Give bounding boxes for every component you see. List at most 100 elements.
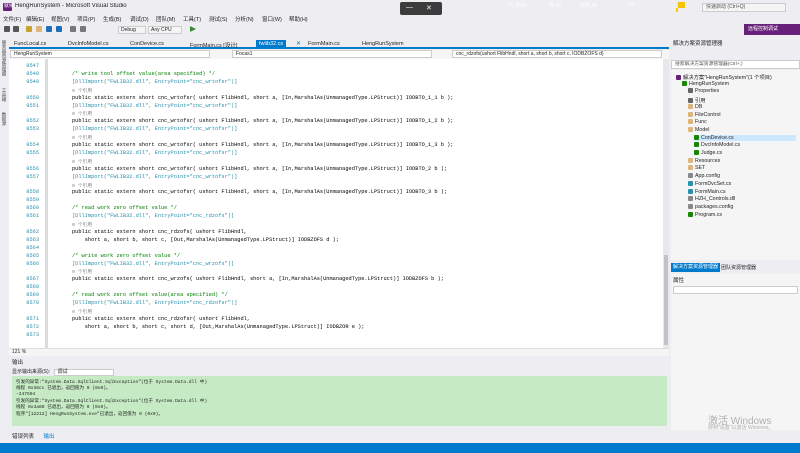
tree-node-label: FileControl: [695, 111, 721, 118]
folder-icon: [688, 126, 693, 132]
tab-error-list[interactable]: 错误列表: [12, 434, 34, 440]
menu-view[interactable]: 视图(V): [51, 15, 69, 23]
menu-window[interactable]: 窗口(W): [262, 15, 282, 23]
menu-project[interactable]: 项目(P): [77, 15, 95, 23]
tree-node[interactable]: Properties: [688, 88, 796, 94]
tree-node-label: Judge.cs: [701, 150, 723, 156]
menu-build[interactable]: 生成(B): [103, 15, 121, 23]
tab-solution-explorer[interactable]: 解决方案资源管理器: [671, 263, 721, 272]
code-line: [DllImport("FWLIB32.dll", EntryPoint="cn…: [72, 260, 235, 267]
code-line: public static extern short cnc_wrtofsr( …: [72, 189, 448, 196]
tree-node[interactable]: Program.cs: [688, 212, 796, 218]
tree-node[interactable]: Func: [688, 119, 796, 125]
zoom-level[interactable]: 121 %: [12, 349, 26, 355]
code-line: [DllImport("FWLIB32.dll", EntryPoint="cn…: [72, 213, 235, 220]
tree-node[interactable]: SET: [688, 165, 796, 171]
line-number: 8567: [26, 276, 39, 283]
tab-dvcinfomodel[interactable]: DvcInfoModel.cs: [68, 41, 109, 47]
tree-node[interactable]: FileControl: [688, 112, 796, 118]
undo-icon[interactable]: [70, 26, 76, 32]
menu-edit[interactable]: 编辑(E): [26, 15, 44, 23]
tree-node[interactable]: DB: [688, 104, 796, 110]
configuration-select[interactable]: Debug: [118, 26, 146, 34]
tab-team-explorer[interactable]: 团队资源管理器: [721, 264, 756, 271]
menu-debug[interactable]: 调试(D): [130, 15, 149, 23]
solution-explorer-toolbar: [671, 49, 800, 59]
project-dropdown[interactable]: HengRunSystem: [10, 50, 210, 58]
new-project-icon[interactable]: [26, 26, 32, 32]
tab-condevice[interactable]: ConDevice.cs: [130, 41, 164, 47]
save-all-icon[interactable]: [56, 26, 62, 32]
output-line: 引发的异常:"System.Data.SqlClient.SqlExceptio…: [16, 398, 208, 404]
bottom-tab-strip: 错误列表 输出: [12, 432, 55, 440]
forward-icon[interactable]: [13, 26, 19, 32]
line-number: 8555: [26, 149, 39, 156]
tree-node[interactable]: packages.config: [688, 204, 796, 210]
menu-file[interactable]: 文件(F): [3, 15, 21, 23]
save-icon[interactable]: [46, 26, 52, 32]
codelens-reference[interactable]: 0 个引用: [72, 268, 92, 275]
menu-test[interactable]: 测试(S): [209, 15, 227, 23]
code-line: /* write tool offset value(area specifie…: [72, 70, 216, 77]
tab-output[interactable]: 输出: [44, 434, 55, 440]
solution-explorer-search[interactable]: 搜索解决方案资源管理器(Ctrl+;): [671, 60, 800, 69]
codelens-reference[interactable]: 0 个引用: [72, 308, 92, 315]
tab-funclocal[interactable]: FuncLocal.cs: [14, 41, 46, 47]
tree-node[interactable]: FormMain.cs: [688, 189, 796, 195]
data-sources-tab[interactable]: 数据源: [1, 112, 7, 132]
tree-node[interactable]: DvcInfoModel.cs: [694, 142, 796, 148]
tree-node[interactable]: Judge.cs: [694, 150, 796, 156]
codelens-reference[interactable]: 0 个引用: [72, 87, 92, 94]
tree-node[interactable]: Resources: [688, 158, 796, 164]
tab-hengrunsystem[interactable]: HengRunSystem: [362, 41, 404, 47]
close-tab-icon[interactable]: ✕: [296, 40, 301, 47]
code-line: [DllImport("FWLIB32.dll", EntryPoint="cn…: [72, 78, 238, 85]
csharp-project-icon: [682, 80, 687, 86]
codelens-reference[interactable]: 0 个引用: [72, 158, 92, 165]
class-dropdown[interactable]: Focas1: [232, 50, 432, 58]
server-explorer-tab[interactable]: 服务器资源管理器: [1, 40, 7, 84]
line-number: 8571: [26, 315, 39, 322]
toolbox-tab[interactable]: 工具箱: [1, 88, 7, 108]
code-line: [DllImport("FWLIB32.dll", EntryPoint="cn…: [72, 126, 238, 133]
output-source-row: 显示输出来源(S): 调试: [12, 368, 115, 376]
output-line: 程序"[12212] HengRunSystem.exe"已退出，返回值为 0 …: [16, 411, 164, 417]
properties-object-select[interactable]: [673, 286, 798, 294]
open-file-icon[interactable]: [36, 26, 42, 32]
menu-analyze[interactable]: 分析(N): [235, 15, 254, 23]
codelens-reference[interactable]: 0 个引用: [72, 110, 92, 117]
tree-node[interactable]: FormDvcSet.cs: [688, 181, 796, 187]
output-source-select[interactable]: 调试: [54, 369, 115, 376]
tab-formmain-designer[interactable]: FormMain.cs [设计]: [190, 41, 237, 49]
tree-node[interactable]: HZH_Controls.dll: [688, 196, 796, 202]
status-line: 行 8560: [509, 3, 527, 9]
minimize-overlay-icon[interactable]: —: [406, 4, 413, 11]
tree-node[interactable]: App.config: [688, 173, 796, 179]
tree-node[interactable]: Model: [688, 127, 796, 133]
tree-node[interactable]: HengRunSystem: [682, 81, 796, 87]
line-number: 8566: [26, 260, 39, 267]
tab-fwlib32[interactable]: fwlib32.cs: [256, 40, 287, 49]
close-overlay-icon[interactable]: ✕: [426, 4, 432, 12]
tab-formmain[interactable]: FormMain.cs: [308, 41, 340, 47]
codelens-reference[interactable]: 0 个引用: [72, 182, 92, 189]
menu-help[interactable]: 帮助(H): [289, 15, 308, 23]
line-number: 8549: [26, 78, 39, 85]
line-number: 8572: [26, 323, 39, 330]
remote-debug-button[interactable]: 远程控制调试: [744, 24, 800, 35]
codelens-reference[interactable]: 0 个引用: [72, 134, 92, 141]
menu-tools[interactable]: 工具(T): [183, 15, 201, 23]
activate-windows-hint: 转到"设置"以激活 Windows。: [708, 425, 774, 431]
platform-select[interactable]: Any CPU: [148, 26, 182, 34]
tree-node[interactable]: ConDevice.cs: [694, 134, 796, 141]
quick-launch-input[interactable]: 快速启动 (Ctrl+Q): [702, 3, 786, 12]
tree-node-label: Resources: [695, 157, 721, 164]
redo-icon[interactable]: [80, 26, 86, 32]
menu-team[interactable]: 团队(M): [156, 15, 175, 23]
tree-node-label: DvcInfoModel.cs: [701, 142, 741, 149]
back-icon[interactable]: [4, 26, 10, 32]
member-dropdown[interactable]: cnc_rdzofs(ushort FlibHndl, short a, sho…: [452, 50, 662, 58]
editor-scroll-thumb[interactable]: [664, 255, 668, 345]
codelens-reference[interactable]: 0 个引用: [72, 221, 92, 228]
code-line: public static extern short cnc_wrtofsr( …: [72, 165, 448, 172]
